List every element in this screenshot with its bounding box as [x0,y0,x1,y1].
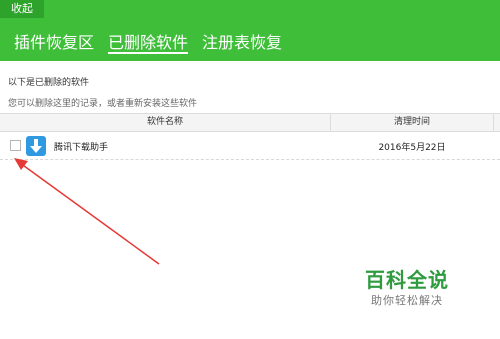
watermark-subtitle: 助你轻松解决 [371,294,443,307]
watermark-title: 百科全说 [365,268,449,292]
